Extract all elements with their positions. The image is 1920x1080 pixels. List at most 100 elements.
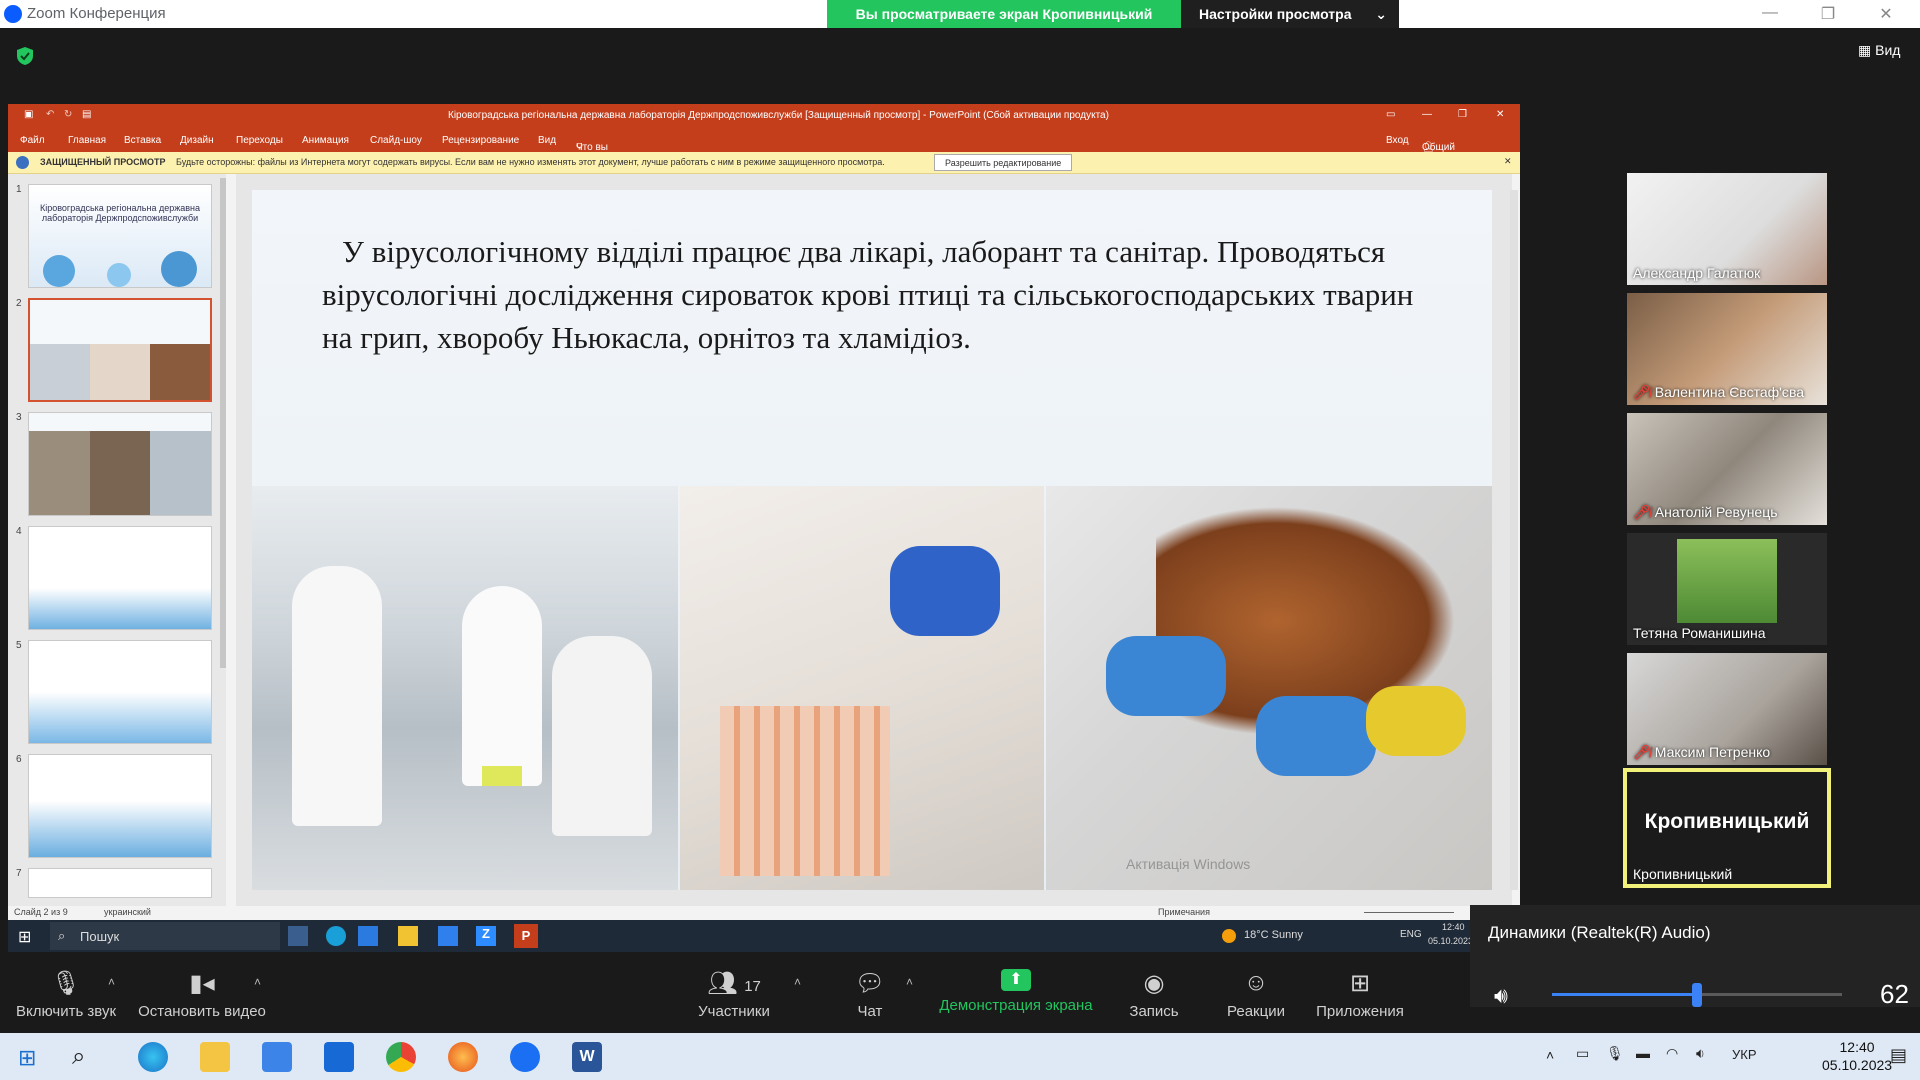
thumbs-scrollbar[interactable] (220, 178, 226, 668)
participants-caret[interactable]: ˄ (794, 975, 801, 989)
shield-info-icon (16, 156, 29, 169)
zoom-icon[interactable] (510, 1042, 540, 1072)
tray-devices-icon[interactable]: ▭ (1576, 1045, 1589, 1062)
tab-transitions[interactable]: Переходы (236, 135, 283, 146)
slide-thumb-5[interactable] (28, 640, 212, 744)
close-bar-icon[interactable]: ✕ (1504, 156, 1512, 167)
zoom-slider[interactable] (1364, 912, 1454, 913)
firefox-icon[interactable] (448, 1042, 478, 1072)
audio-volume-popup: Динамики (Realtek(R) Audio) 🔊︎ 62 (1470, 905, 1920, 1009)
record-icon: ◉ (1143, 970, 1165, 997)
notes-button[interactable]: Примечания (1158, 907, 1210, 917)
tab-file[interactable]: Файл (20, 135, 45, 146)
tab-design[interactable]: Дизайн (180, 135, 214, 146)
share-screen-button[interactable]: ⬆ Демонстрация экрана (934, 953, 1098, 1033)
slide-thumb-7[interactable] (28, 868, 212, 898)
slide-scrollbar[interactable] (1510, 190, 1518, 890)
windows-start-button[interactable]: ⊞ (18, 1045, 36, 1071)
tab-view[interactable]: Вид (538, 135, 556, 146)
tray-battery-icon[interactable]: ▬ (1636, 1045, 1650, 1061)
slide-thumb-6[interactable] (28, 754, 212, 858)
virus-art (43, 251, 197, 287)
undo-icon[interactable]: ↶ (46, 109, 54, 120)
enable-editing-button[interactable]: Разрешить редактирование (934, 154, 1073, 171)
thumb-number: 5 (16, 640, 22, 651)
mic-off-icon: 🎙︎ (50, 970, 82, 997)
ppt-minimize-icon[interactable]: — (1422, 109, 1432, 120)
tray-mic-icon[interactable]: 🎙︎ (1606, 1045, 1624, 1062)
tab-review[interactable]: Рецензирование (442, 135, 519, 146)
stop-video-button[interactable]: ▮◂ Остановить видео ˄ (136, 953, 268, 1033)
volume-value: 62 (1880, 979, 1909, 1009)
close-icon[interactable]: ✕ (1876, 4, 1896, 24)
participant-name: Тетяна Романишина (1633, 625, 1766, 641)
slide-thumb-4[interactable] (28, 526, 212, 630)
ppt-close-icon[interactable]: ✕ (1496, 109, 1504, 120)
participant-tile[interactable]: 🎤︎̸ Максим Петренко (1627, 653, 1827, 765)
tray-wifi-icon[interactable]: ◠ (1666, 1045, 1678, 1062)
participant-tile[interactable]: 🎤︎̸ Валентина Євстаф'єва (1627, 293, 1827, 405)
apps-button[interactable]: ⊞ Приложения (1310, 953, 1410, 1033)
protected-text: Будьте осторожны: файлы из Интернета мог… (176, 157, 885, 167)
search-icon[interactable]: ⌕ (72, 1043, 85, 1071)
active-speaker-tile[interactable]: Кропивницький Кропивницький (1623, 768, 1831, 888)
tray-volume-icon[interactable]: 🔉︎ (1696, 1045, 1705, 1062)
participant-tile[interactable]: Александр Галатюк (1627, 173, 1827, 285)
powerpoint-window: ▣ ↶ ↻ ▤ Кіровоградська регіональна держа… (8, 104, 1520, 952)
slide-thumb-2[interactable] (28, 298, 212, 402)
record-button[interactable]: ◉ Запись (1122, 953, 1186, 1033)
record-label: Запись (1129, 1003, 1179, 1020)
view-settings-button[interactable]: Настройки просмотра ⌄ (1181, 0, 1399, 28)
speaker-icon[interactable]: 🔊︎ (1494, 983, 1508, 1009)
save-icon[interactable]: ▣ (24, 109, 33, 120)
mic-muted-icon: 🎤︎̸ (1633, 504, 1651, 520)
weather-text: 18°C Sunny (1244, 929, 1303, 941)
edge-icon[interactable] (138, 1042, 168, 1072)
ribbon-display-icon[interactable]: ▭ (1386, 109, 1395, 120)
chat-caret[interactable]: ˄ (906, 975, 913, 989)
notifications-icon[interactable]: ▤ (1890, 1045, 1907, 1066)
self-name: Кропивницький (1633, 866, 1733, 882)
security-shield-icon[interactable] (16, 46, 34, 66)
audio-options-caret[interactable]: ˄ (108, 975, 115, 989)
taskview-icon (288, 926, 308, 946)
slide-thumb-3[interactable] (28, 412, 212, 516)
mail-icon[interactable] (324, 1042, 354, 1072)
taskbar-clock[interactable]: 12:40 05.10.2023 (1822, 1038, 1892, 1074)
view-label: Вид (1875, 42, 1901, 58)
tab-home[interactable]: Главная (68, 135, 106, 146)
unmute-button[interactable]: 🎙︎ Включить звук ˄ (10, 953, 122, 1033)
view-button[interactable]: ▦ Вид (1858, 42, 1900, 59)
word-icon[interactable]: W (572, 1042, 602, 1072)
weather-sun-icon (1222, 929, 1236, 943)
ppt-restore-icon[interactable]: ❐ (1458, 109, 1467, 120)
restore-icon[interactable]: ❐ (1818, 4, 1838, 24)
tab-animations[interactable]: Анимация (302, 135, 349, 146)
tray-language[interactable]: УКР (1732, 1047, 1757, 1062)
store-icon[interactable] (262, 1042, 292, 1072)
tab-slideshow[interactable]: Слайд-шоу (370, 135, 422, 146)
slideshow-icon[interactable]: ▤ (82, 109, 91, 120)
participant-label: 🎤︎̸ Анатолій Ревунець (1633, 504, 1778, 521)
store-icon (358, 926, 378, 946)
login-link[interactable]: Вход (1386, 135, 1409, 146)
redo-icon[interactable]: ↻ (64, 109, 72, 120)
participants-icon: 👥︎ 17 (707, 970, 761, 997)
chrome-icon[interactable] (386, 1042, 416, 1072)
thumb-number: 6 (16, 754, 22, 765)
volume-knob[interactable] (1692, 983, 1702, 1007)
chat-icon: 💬︎ (854, 970, 886, 997)
minimize-icon[interactable]: — (1760, 4, 1780, 22)
participant-name: Максим Петренко (1654, 744, 1771, 760)
participant-tile[interactable]: 🎤︎̸ Анатолій Ревунець (1627, 413, 1827, 525)
participant-label: 🎤︎̸ Максим Петренко (1633, 744, 1770, 761)
participant-tile[interactable]: Тетяна Романишина (1627, 533, 1827, 645)
slide-thumb-1[interactable]: Кіровоградська регіональна державна лабо… (28, 184, 212, 288)
video-options-caret[interactable]: ˄ (254, 975, 261, 989)
tray-chevron-icon[interactable]: ˄ (1546, 1047, 1554, 1063)
tab-insert[interactable]: Вставка (124, 135, 161, 146)
file-explorer-icon[interactable] (200, 1042, 230, 1072)
participants-button[interactable]: 👥︎ 17 Участники ˄ (690, 953, 801, 1033)
reactions-button[interactable]: ☺ Реакции (1218, 953, 1294, 1033)
chat-button[interactable]: 💬︎ Чат ˄ (840, 953, 913, 1033)
